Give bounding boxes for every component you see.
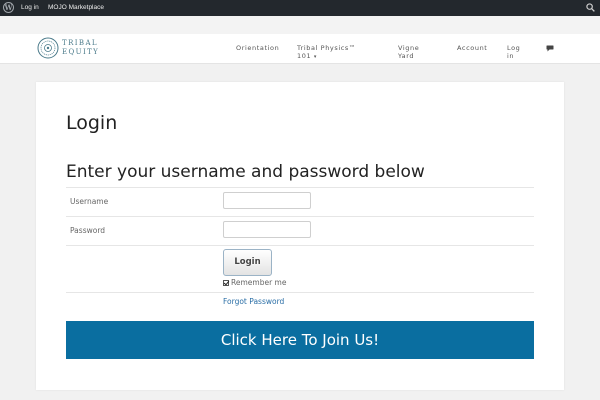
chat-icon[interactable] — [546, 45, 554, 52]
nav-item-label: Tribal Physics™ — [297, 44, 357, 52]
forgot-password-link[interactable]: Forgot Password — [223, 297, 284, 306]
nav-item-log-in[interactable]: Log in — [507, 44, 520, 60]
join-button[interactable]: Click Here To Join Us! — [66, 321, 534, 359]
remember-me-label: Remember me — [231, 278, 287, 287]
login-button[interactable]: Login — [223, 249, 272, 276]
search-icon[interactable] — [586, 3, 595, 12]
chevron-down-icon: ▾ — [313, 54, 318, 60]
tribal-equity-logo-icon — [37, 37, 59, 59]
remember-me[interactable]: Remember me — [223, 278, 286, 287]
username-input[interactable] — [223, 192, 311, 209]
username-label: Username — [70, 197, 109, 206]
divider — [66, 245, 534, 246]
mojo-marketplace-link[interactable]: MOJO Marketplace — [48, 4, 104, 11]
password-input[interactable] — [223, 221, 311, 238]
site-header: TRIBAL EQUITY Orientation Tribal Physics… — [0, 34, 600, 64]
nav-item-tribal-physics[interactable]: Tribal Physics™ 101 ▾ — [297, 44, 356, 61]
logo-line-2: EQUITY — [62, 48, 100, 56]
nav-item-orientation[interactable]: Orientation — [236, 44, 279, 52]
password-label: Password — [70, 226, 106, 235]
login-card: Login Enter your username and password b… — [36, 82, 564, 390]
remember-me-checkbox[interactable] — [223, 280, 229, 286]
nav-item-vigne-yard[interactable]: Vigne Yard — [398, 44, 419, 60]
nav-item-label-2: Yard — [398, 52, 415, 60]
logo-wordmark: TRIBAL EQUITY — [62, 39, 99, 57]
nav-item-label: Account — [457, 44, 488, 52]
divider — [66, 187, 534, 188]
admin-login-link[interactable]: Log in — [21, 4, 39, 11]
logo-line-1: TRIBAL — [62, 39, 98, 47]
nav-item-account[interactable]: Account — [457, 44, 487, 52]
divider — [66, 216, 534, 217]
nav-item-label-2: in — [507, 52, 515, 60]
login-instructions: Enter your username and password below — [66, 162, 425, 182]
header-top-strip — [0, 16, 600, 34]
nav-item-label: Vigne — [398, 44, 420, 52]
nav-item-label: Orientation — [236, 44, 280, 52]
page-title: Login — [66, 112, 118, 134]
nav-item-label: Log — [507, 44, 521, 52]
divider — [66, 292, 534, 293]
wordpress-logo-icon[interactable]: W — [3, 2, 14, 13]
nav-item-label-2: 101 — [297, 52, 312, 60]
admin-bar: W Log in MOJO Marketplace — [0, 0, 600, 16]
